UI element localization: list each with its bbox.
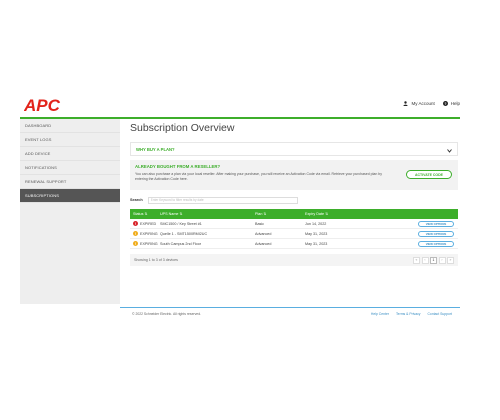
- header-plan[interactable]: Plan ⇅: [255, 212, 305, 216]
- user-area: My Account ? Help: [403, 101, 460, 106]
- page-button-current[interactable]: 1: [430, 256, 437, 264]
- sidebar-item-notifications[interactable]: NOTIFICATIONS: [20, 161, 120, 175]
- status-text: EXPIRED: [140, 221, 157, 226]
- next-page-button[interactable]: ›: [438, 256, 446, 264]
- activate-code-button[interactable]: ACTIVATE CODE: [406, 170, 452, 179]
- sidebar-item-dashboard[interactable]: DASHBOARD: [20, 119, 120, 133]
- plan-cell: Basic: [255, 221, 265, 226]
- search-input[interactable]: [147, 196, 298, 204]
- reseller-title: ALREADY BOUGHT FROM A RESELLER?: [135, 164, 221, 169]
- pagination: « ‹ 1 › »: [413, 256, 454, 264]
- sidebar-item-subscriptions[interactable]: SUBSCRIPTIONS: [20, 189, 120, 203]
- status-cell: ! EXPIRING: [130, 231, 160, 236]
- top-bar: APC My Account ? Help: [20, 95, 460, 117]
- help-icon: ?: [442, 101, 448, 106]
- contact-support-link[interactable]: Contact Support: [427, 312, 452, 316]
- page-footer: © 2022 Schneider Electric. All rights re…: [120, 307, 460, 319]
- sidebar-item-event-logs[interactable]: EVENT LOGS: [20, 133, 120, 147]
- warning-icon: !: [133, 241, 138, 246]
- table-footer: Showing 1 to 3 of 3 devices « ‹ 1 › »: [130, 254, 458, 266]
- search-row: Search: [130, 196, 460, 204]
- why-buy-plan-accordion[interactable]: WHY BUY A PLAN?: [130, 142, 458, 156]
- last-page-button[interactable]: »: [447, 256, 454, 264]
- reseller-panel: ALREADY BOUGHT FROM A RESELLER? You can …: [130, 160, 458, 190]
- chevron-down-icon: [447, 140, 452, 158]
- view-options-button[interactable]: VIEW OPTIONS: [418, 220, 454, 227]
- status-cell: ! EXPIRING: [130, 241, 160, 246]
- search-label: Search: [130, 198, 143, 202]
- error-icon: !: [133, 221, 138, 226]
- showing-count: Showing 1 to 3 of 3 devices: [134, 258, 178, 262]
- table-header: Status ⇅ UPS Name ⇅ Plan ⇅ Expiry Date ⇅: [130, 209, 458, 219]
- expiry-cell: Jun 14, 2022: [305, 221, 327, 226]
- accordion-label: WHY BUY A PLAN?: [136, 146, 175, 152]
- ups-name-cell: Quelle 1 - SMT1500RMI2UC: [160, 231, 208, 236]
- footer-links: Help Center Terms & Privacy Contact Supp…: [371, 312, 452, 316]
- logo-text: APC: [24, 96, 61, 114]
- action-cell: VIEW OPTIONS: [395, 230, 458, 237]
- help-center-link[interactable]: Help Center: [371, 312, 389, 316]
- sidebar: DASHBOARD EVENT LOGS ADD DEVICE NOTIFICA…: [20, 119, 120, 304]
- ups-name-cell: South Campus 2nd Floor: [160, 241, 201, 246]
- page-title: Subscription Overview: [130, 122, 235, 134]
- first-page-button[interactable]: «: [413, 256, 420, 264]
- subscriptions-table: Status ⇅ UPS Name ⇅ Plan ⇅ Expiry Date ⇅…: [130, 209, 458, 249]
- warning-icon: !: [133, 231, 138, 236]
- table-row: ! EXPIRING Quelle 1 - SMT1500RMI2UC Adva…: [130, 229, 458, 239]
- header-status[interactable]: Status ⇅: [130, 212, 160, 216]
- plan-cell: Advanced: [255, 241, 272, 246]
- ups-name-cell: SMC1500 / Key Street #1: [160, 221, 202, 226]
- status-text: EXPIRING: [140, 231, 158, 236]
- help-link[interactable]: Help: [451, 101, 460, 106]
- copyright-text: © 2022 Schneider Electric. All rights re…: [132, 311, 202, 316]
- expiry-cell: May 31, 2023: [305, 241, 328, 246]
- view-options-button[interactable]: VIEW OPTIONS: [418, 230, 454, 237]
- sidebar-item-add-device[interactable]: ADD DEVICE: [20, 147, 120, 161]
- action-cell: VIEW OPTIONS: [395, 240, 458, 247]
- app-frame: APC My Account ? Help DASHBOARD EVENT LO…: [20, 95, 460, 325]
- svg-text:?: ?: [444, 102, 446, 106]
- expiry-cell: May 31, 2023: [305, 231, 328, 236]
- reseller-text: You can also purchase a plan via your lo…: [135, 172, 382, 181]
- table-row: ! EXPIRED SMC1500 / Key Street #1 Basic …: [130, 219, 458, 229]
- sidebar-item-renewal-support[interactable]: RENEWAL SUPPORT: [20, 175, 120, 189]
- prev-page-button[interactable]: ‹: [421, 256, 429, 264]
- user-icon: [403, 101, 409, 106]
- my-account-link[interactable]: My Account: [411, 101, 434, 106]
- header-ups-name[interactable]: UPS Name ⇅: [160, 212, 255, 216]
- status-text: EXPIRING: [140, 241, 158, 246]
- header-expiry-date[interactable]: Expiry Date ⇅: [305, 212, 395, 216]
- terms-privacy-link[interactable]: Terms & Privacy: [396, 312, 421, 316]
- action-cell: VIEW OPTIONS: [395, 220, 458, 227]
- table-row: ! EXPIRING South Campus 2nd Floor Advanc…: [130, 239, 458, 249]
- view-options-button[interactable]: VIEW OPTIONS: [418, 240, 454, 247]
- status-cell: ! EXPIRED: [130, 221, 160, 226]
- apc-logo[interactable]: APC: [23, 96, 62, 115]
- main-content: Subscription Overview WHY BUY A PLAN? AL…: [120, 119, 460, 304]
- plan-cell: Advanced: [255, 231, 272, 236]
